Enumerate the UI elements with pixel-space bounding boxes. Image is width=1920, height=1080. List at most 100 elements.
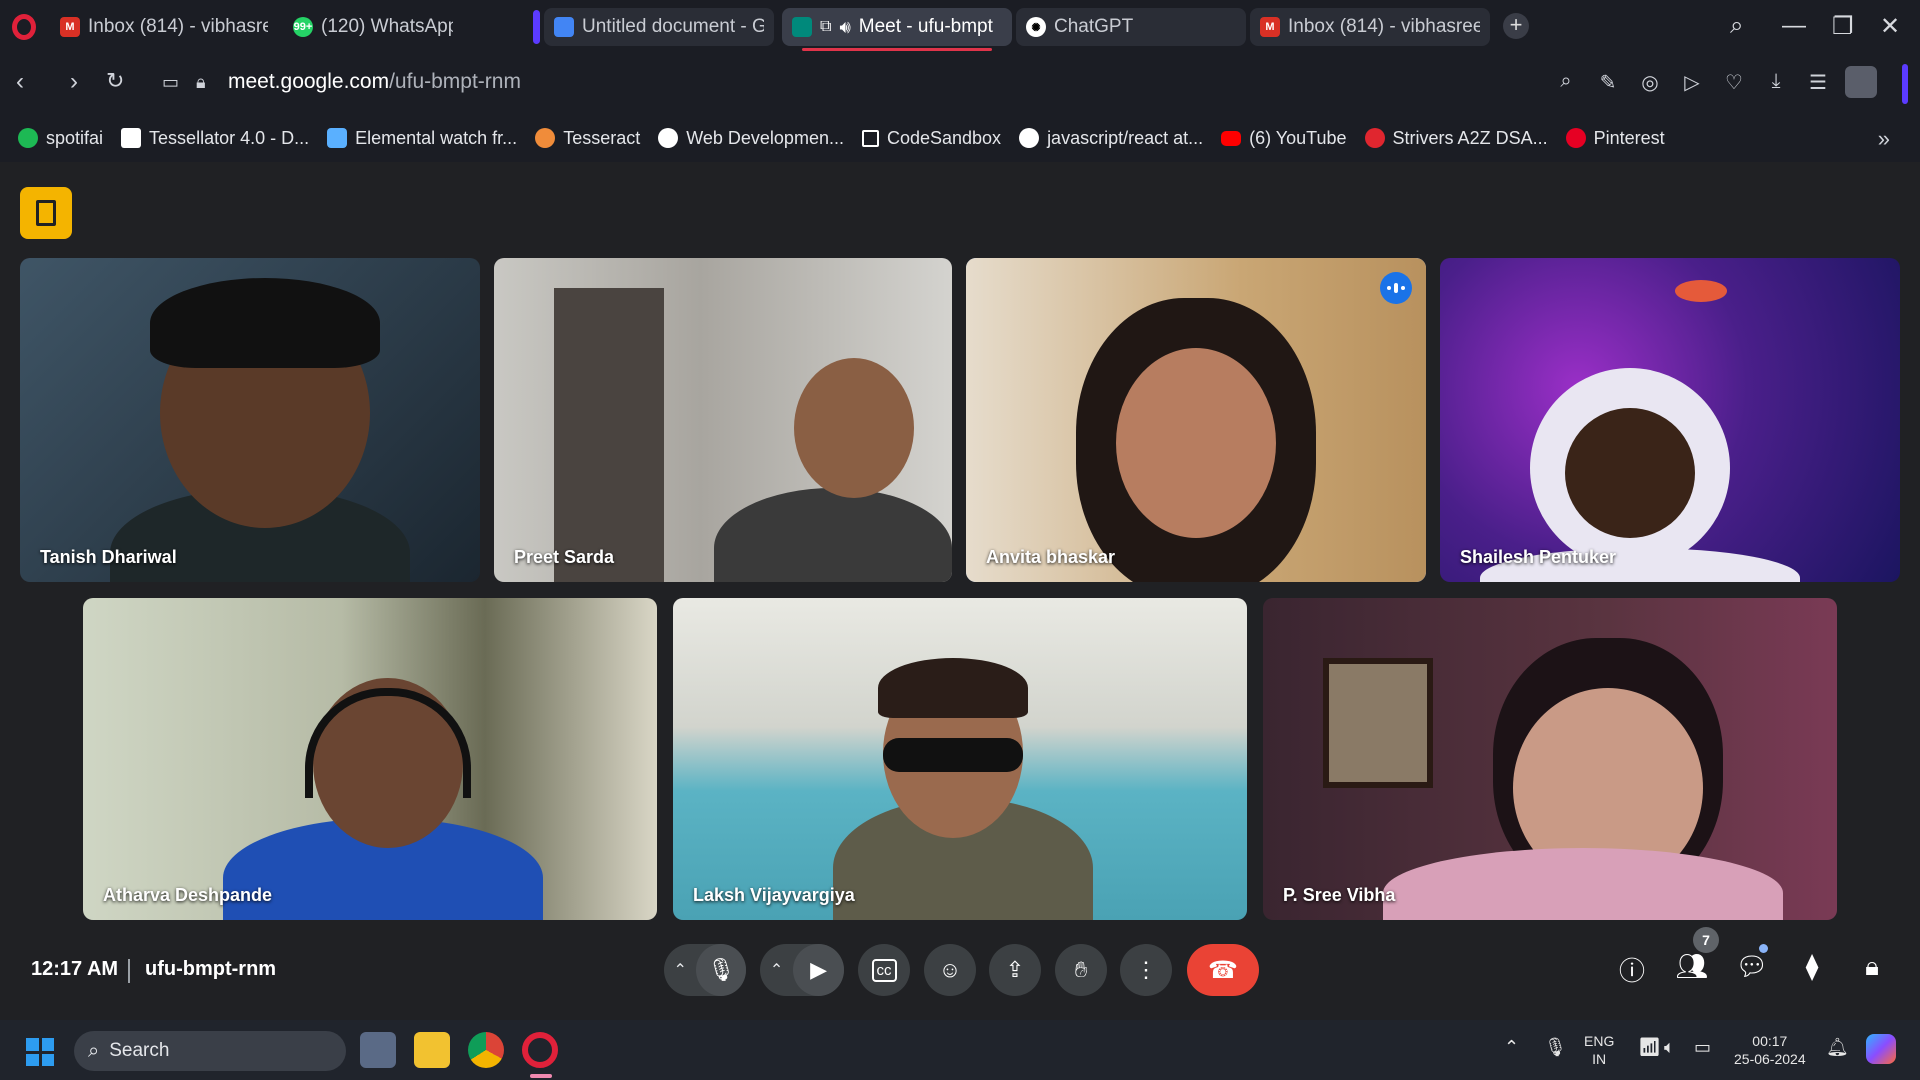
captions-button[interactable]: cc	[858, 944, 910, 996]
speaking-indicator-icon	[1380, 272, 1412, 304]
spotify-icon	[18, 128, 38, 148]
participant-name: Preet Sarda	[514, 547, 615, 567]
picture-in-picture-icon[interactable]: ⧉	[820, 18, 831, 36]
chrome-icon[interactable]	[468, 1032, 504, 1068]
participant-tile-preet[interactable]: Preet Sarda	[494, 258, 952, 582]
send-icon[interactable]: ▷	[1679, 70, 1705, 96]
activities-icon[interactable]: ⧫	[1794, 951, 1830, 987]
leave-call-button[interactable]: ☎︎	[1187, 944, 1259, 996]
tab-google-meet[interactable]: ⧉ 🔊︎ Meet - ufu-bmpt	[782, 8, 1012, 46]
participant-tile-anvita[interactable]: Anvita bhaskar	[966, 258, 1426, 582]
bookmark-youtube[interactable]: (6) YouTube	[1221, 128, 1347, 149]
volume-icon[interactable]: 🔈︎	[1664, 1038, 1675, 1056]
file-explorer-icon[interactable]	[414, 1032, 450, 1068]
participant-tile-shailesh[interactable]: Shailesh Pentuker	[1440, 258, 1900, 582]
more-options-button[interactable]: ⋮	[1120, 944, 1172, 996]
microphone-icon[interactable]: 🎙︎	[696, 944, 746, 996]
meeting-room-button[interactable]	[20, 187, 72, 239]
meeting-code: ufu-bmpt-rnm	[145, 958, 277, 980]
lens-search-icon[interactable]: ⌕	[1553, 70, 1579, 96]
tab-chatgpt[interactable]: ✺ ChatGPT	[1016, 8, 1246, 46]
reload-button[interactable]: ↻	[106, 68, 124, 94]
system-clock[interactable]: 00:17 25-06-2024	[1734, 1032, 1806, 1068]
reactions-button[interactable]: ☺	[924, 944, 976, 996]
profile-avatar[interactable]	[1845, 66, 1877, 98]
video-options-chevron-up-icon[interactable]: ⌃	[760, 960, 793, 980]
bookmark-tesseract[interactable]: Tesseract	[535, 128, 640, 149]
bookmark-github[interactable]: javascript/react at...	[1019, 128, 1203, 149]
tesseract-icon	[535, 128, 556, 148]
opera-icon[interactable]	[522, 1032, 558, 1068]
forward-button[interactable]: ›	[70, 68, 78, 96]
youtube-icon	[1221, 130, 1242, 146]
tray-overflow-chevron-up-icon[interactable]: ⌃	[1504, 1038, 1519, 1056]
download-icon[interactable]: ⤓	[1763, 70, 1789, 96]
opera-logo-icon[interactable]	[12, 14, 36, 40]
back-button[interactable]: ‹	[16, 68, 24, 96]
participant-name: Anvita bhaskar	[986, 547, 1116, 567]
bookmark-spotifai[interactable]: spotifai	[18, 128, 103, 149]
tab-google-docs[interactable]: Untitled document - Go	[544, 8, 774, 46]
participant-hair	[878, 658, 1028, 718]
tab-gmail-inbox[interactable]: M Inbox (814) - vibhasree2	[50, 8, 278, 46]
tab-whatsapp[interactable]: 99+ (120) WhatsApp	[283, 8, 463, 46]
video-camera-icon[interactable]: ▶︎	[793, 944, 844, 996]
hand-icon: ✋︎	[1074, 957, 1088, 982]
taskbar-search[interactable]: ⌕ Search	[74, 1031, 346, 1071]
notification-bell-icon[interactable]: 🔔︎	[1826, 1038, 1849, 1056]
codesandbox-icon	[861, 129, 879, 147]
edit-icon[interactable]: ✎	[1595, 70, 1621, 96]
participant-face	[1116, 348, 1276, 538]
microphone-in-use-icon[interactable]: 🎙︎	[1544, 1038, 1567, 1056]
bookmark-label: Web Developmen...	[686, 127, 844, 148]
windows-start-icon[interactable]	[26, 1038, 54, 1066]
host-controls-lock-icon[interactable]: 🔒︎	[1854, 951, 1890, 987]
easy-setup-icon[interactable]: ☰	[1805, 70, 1831, 96]
bookmark-tessellator[interactable]: Tessellator 4.0 - D...	[121, 128, 309, 149]
participant-tile-sree-vibha[interactable]: P. Sree Vibha	[1263, 598, 1837, 920]
speaker-icon[interactable]: 🔊︎	[839, 17, 850, 38]
camera-control[interactable]: ⌃ ▶︎	[760, 944, 844, 996]
heart-icon[interactable]: ♡	[1721, 70, 1747, 96]
participant-tile-tanish[interactable]: Tanish Dhariwal	[20, 258, 480, 582]
web-dev-icon	[658, 128, 679, 148]
raise-hand-button[interactable]: ✋︎	[1055, 944, 1107, 996]
present-screen-icon: ⇪	[1005, 957, 1025, 982]
active-app-indicator	[530, 1074, 552, 1078]
minimize-button[interactable]: —	[1782, 12, 1806, 40]
tab-gmail-inbox-2[interactable]: M Inbox (814) - vibhasree2	[1250, 8, 1490, 46]
calculator-app-icon[interactable]	[360, 1032, 396, 1068]
camera-permission-icon[interactable]: ▭	[162, 72, 179, 93]
present-screen-button[interactable]: ⇪	[989, 944, 1041, 996]
participant-tile-atharva[interactable]: Atharva Deshpande	[83, 598, 657, 920]
bookmark-label: Strivers A2Z DSA...	[1392, 127, 1548, 148]
participant-tile-laksh[interactable]: Laksh Vijayvargiya	[673, 598, 1247, 920]
people-icon[interactable]: 👥︎	[1674, 951, 1710, 987]
battery-icon[interactable]: ▭	[1694, 1038, 1711, 1056]
language-indicator[interactable]: ENG IN	[1584, 1032, 1614, 1068]
url-field[interactable]: meet.google.com/ufu-bmpt-rnm	[228, 70, 521, 94]
search-tabs-icon[interactable]: ⌕	[1730, 12, 1743, 40]
bookmark-pinterest[interactable]: Pinterest	[1565, 128, 1665, 149]
snapshot-camera-icon[interactable]: ◎	[1637, 70, 1663, 96]
restore-button[interactable]: ❐	[1832, 12, 1854, 41]
bookmark-elemental[interactable]: Elemental watch fr...	[327, 128, 517, 149]
bookmark-label: javascript/react at...	[1047, 127, 1204, 148]
bookmark-strivers[interactable]: Strivers A2Z DSA...	[1364, 127, 1548, 149]
audio-options-chevron-up-icon[interactable]: ⌃	[664, 960, 696, 980]
bookmarks-overflow-icon[interactable]: »	[1878, 126, 1890, 152]
tab-label: Meet - ufu-bmpt	[858, 16, 993, 37]
copilot-icon[interactable]	[1866, 1034, 1896, 1064]
hang-up-phone-icon: ☎︎	[1208, 956, 1238, 984]
lock-icon[interactable]: 🔒︎	[196, 72, 206, 93]
close-button[interactable]: ✕	[1880, 12, 1900, 41]
whatsapp-icon: 99+	[293, 17, 313, 37]
new-tab-button[interactable]: +	[1503, 13, 1529, 39]
meeting-details-info-icon[interactable]: ⓘ	[1614, 951, 1650, 987]
bookmark-web-development[interactable]: Web Developmen...	[658, 128, 844, 149]
bookmark-codesandbox[interactable]: CodeSandbox	[861, 128, 1001, 149]
chat-icon[interactable]: 💬︎	[1734, 951, 1770, 987]
strivers-icon	[1364, 128, 1385, 148]
microphone-control[interactable]: ⌃ 🎙︎	[664, 944, 746, 996]
wifi-icon[interactable]: 📶︎	[1638, 1038, 1661, 1056]
